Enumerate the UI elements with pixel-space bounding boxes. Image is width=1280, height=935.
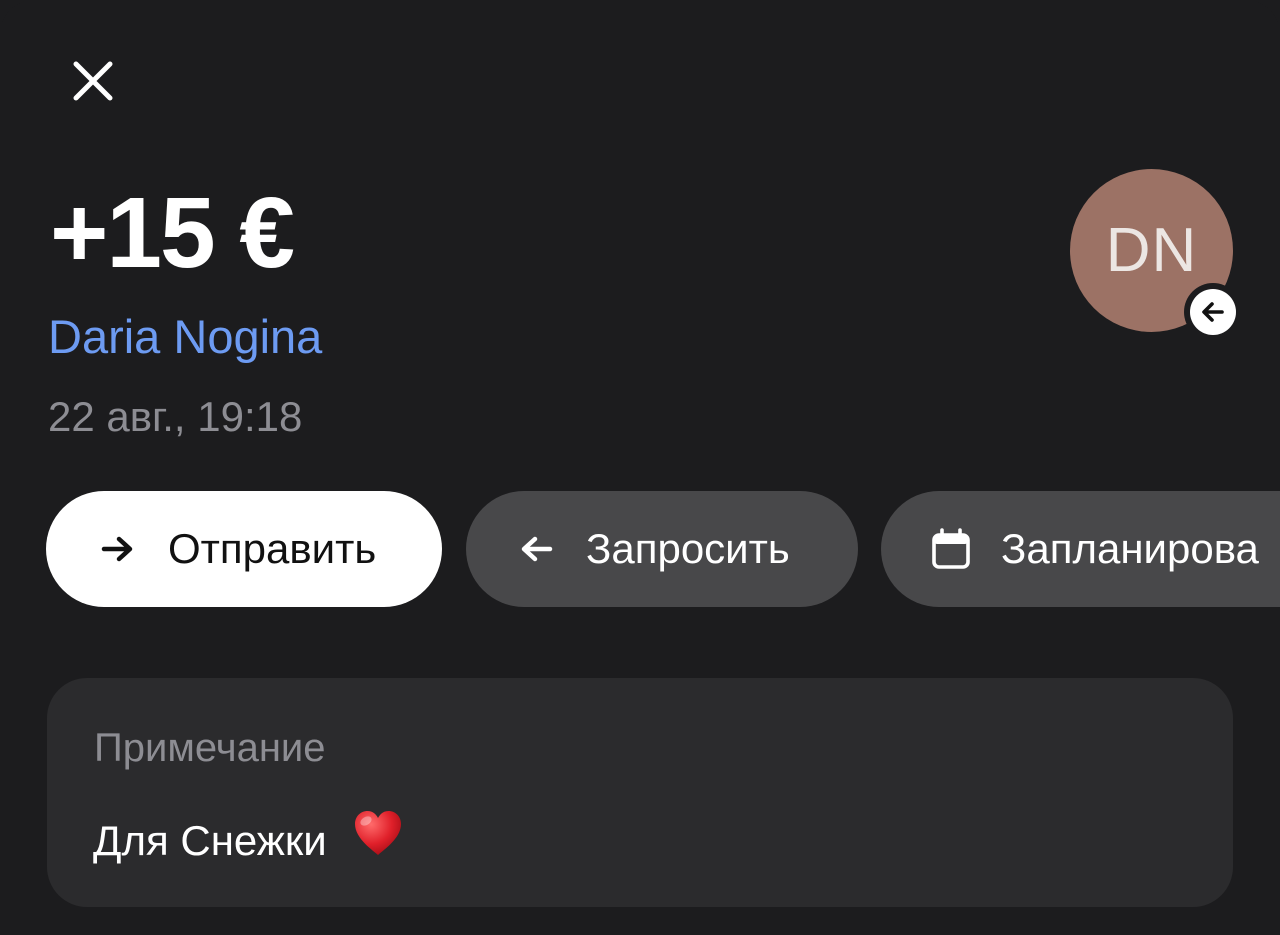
calendar-icon — [929, 527, 973, 571]
action-buttons-row: Отправить Запросить Запланирова — [46, 491, 1280, 608]
send-button[interactable]: Отправить — [46, 491, 442, 607]
request-button[interactable]: Запросить — [466, 491, 858, 607]
transaction-amount: +15 € — [50, 177, 295, 289]
counterparty-name-link[interactable]: Daria Nogina — [48, 308, 322, 366]
arrow-left-icon — [514, 527, 558, 571]
close-icon — [73, 61, 113, 101]
transaction-sheet: +15 € Daria Nogina 22 авг., 19:18 DN Отп… — [0, 0, 1280, 935]
transaction-datetime: 22 авг., 19:18 — [48, 393, 303, 440]
arrow-right-icon — [96, 527, 140, 571]
schedule-button[interactable]: Запланирова — [881, 491, 1280, 607]
note-card: Примечание Для Снежки — [47, 678, 1233, 907]
send-button-label: Отправить — [168, 525, 377, 572]
arrow-left-icon — [1202, 302, 1224, 322]
avatar-initials: DN — [1105, 216, 1198, 285]
incoming-direction-badge — [1184, 283, 1242, 341]
request-button-label: Запросить — [586, 525, 790, 572]
note-text: Для Снежки — [93, 817, 327, 864]
note-title: Примечание — [94, 726, 326, 770]
note-text-row: Для Снежки — [93, 811, 404, 870]
close-button[interactable] — [64, 52, 122, 110]
schedule-button-label: Запланирова — [1001, 525, 1259, 572]
badge-circle — [1190, 289, 1236, 335]
red-heart-icon — [352, 809, 404, 870]
